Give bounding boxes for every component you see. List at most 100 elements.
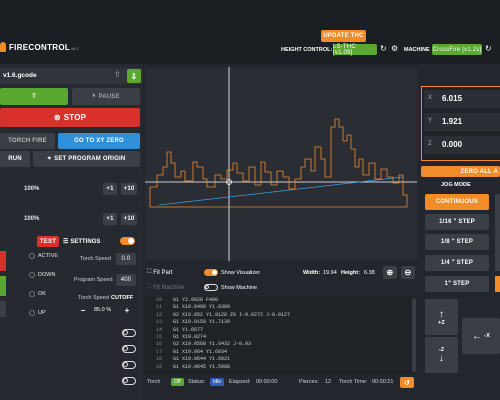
stop-button[interactable]: ⊗ STOP xyxy=(0,108,140,127)
thc-state-active: ACTIVE xyxy=(29,253,69,259)
test-button[interactable]: TEST xyxy=(37,236,59,247)
z-up-label: +Z xyxy=(438,319,445,326)
pause-icon: ⏸ xyxy=(92,93,96,99)
width-label: Width: xyxy=(303,270,321,276)
option-toggle[interactable] xyxy=(122,345,136,353)
torch-fire-button[interactable]: TORCH FIRE xyxy=(0,133,55,149)
file-name: v1.6.gcode xyxy=(3,72,37,79)
expand-icon: ⛶ xyxy=(147,284,152,290)
height-control-chip[interactable]: LS-THC [v1.09] xyxy=(333,44,377,56)
dry-run-button[interactable]: RUN xyxy=(0,151,30,167)
thc-state-up: UP xyxy=(29,310,69,316)
state-dot-icon xyxy=(29,272,35,278)
thc-toggle[interactable] xyxy=(120,237,135,245)
machine-label: MACHINE xyxy=(404,47,430,53)
visualizer-canvas[interactable] xyxy=(145,67,417,261)
fit-part-button[interactable]: ⛶ Fit Part xyxy=(147,269,173,276)
jog-x-minus-button[interactable]: ← -X xyxy=(462,318,500,354)
settings-button[interactable]: ☰ SETTINGS xyxy=(63,236,103,247)
state-dot-icon xyxy=(29,253,35,259)
cutoff-percent: 85.0 % xyxy=(94,307,112,313)
show-visualizer-toggle[interactable] xyxy=(204,269,218,276)
jog-mode-1-step[interactable]: 1" STEP xyxy=(425,276,489,292)
pause-button[interactable]: ⏸ PAUSE xyxy=(72,88,140,105)
jog-mode-1-16-step[interactable]: 1/16 " STEP xyxy=(425,214,489,230)
gear-icon[interactable]: ⚙ xyxy=(391,44,398,53)
thc-ok-indicator xyxy=(0,276,6,296)
show-machine-label: Show Machine xyxy=(221,285,258,291)
logo-version: v5.1 xyxy=(71,46,79,51)
torch-status-badge: Off xyxy=(171,378,184,386)
app-logo: FIRECONTROL v5.1 xyxy=(0,40,80,54)
dro-row-z[interactable]: Z 0.000 xyxy=(424,136,500,154)
gcode-line: 17 G1 X19.064 Y1.6034 xyxy=(155,348,228,355)
rapid-plus-10-button[interactable]: +10 xyxy=(121,213,137,225)
jog-mode-1-4-step[interactable]: 1/4 " STEP xyxy=(425,255,489,271)
arrow-down-icon: ↓ xyxy=(438,352,445,364)
set-program-origin-button[interactable]: ⌖ SET PROGRAM ORIGIN xyxy=(33,151,140,167)
expand-icon: ⛶ xyxy=(147,269,152,275)
feed-plus-1-button[interactable]: +1 xyxy=(103,183,117,195)
zoom-in-button[interactable]: ⊕ xyxy=(383,266,397,279)
rapid-plus-1-button[interactable]: +1 xyxy=(103,213,117,225)
show-machine-toggle[interactable] xyxy=(204,284,218,291)
gcode-line: 14 G1 Y1.6677 xyxy=(155,326,204,333)
gcode-line: 10 G1 Y2.0028 F400 xyxy=(155,297,219,303)
go-xy-zero-button[interactable]: GO TO XY ZERO xyxy=(58,133,140,149)
reset-counters-button[interactable]: ↺ xyxy=(400,377,414,388)
flame-icon xyxy=(0,42,6,52)
dro-axis-x: X xyxy=(428,95,433,101)
dro-row-x[interactable]: X 6.015 xyxy=(424,90,500,108)
toolpath-drawing xyxy=(145,67,417,261)
feed-override-value: 100% xyxy=(24,186,40,192)
zero-all-axes-button[interactable]: ZERO ALL A xyxy=(421,166,500,177)
thc-state-down: DOWN xyxy=(29,272,69,278)
torch-speed-label: Torch Speed xyxy=(80,256,111,262)
pause-label: PAUSE xyxy=(98,93,120,100)
cutoff-value: CUTOFF xyxy=(111,295,134,301)
download-icon[interactable]: ⇩ xyxy=(127,69,141,83)
jog-side-accent xyxy=(495,276,500,292)
jog-side-strip xyxy=(495,194,500,271)
status-label: Status: xyxy=(188,379,206,385)
upload-icon[interactable]: ⇧ xyxy=(114,70,121,79)
set-origin-label: SET PROGRAM ORIGIN xyxy=(54,156,126,162)
cutoff-minus-button[interactable]: − xyxy=(78,304,88,316)
logo-text: FIRECONTROL xyxy=(9,42,71,52)
program-speed-value: 400 xyxy=(116,274,136,286)
dro-row-y[interactable]: Y 1.921 xyxy=(424,113,500,131)
dro-axis-y: Y xyxy=(428,118,433,124)
run-button[interactable]: T xyxy=(0,88,68,105)
state-dot-icon xyxy=(29,291,35,297)
gcode-line: 18 G1 X19.0644 Y1.6021 xyxy=(155,356,231,363)
torch-label: Torch xyxy=(147,379,161,385)
gcode-list: 10 G1 Y2.0028 F400 11 G1 X19.0498 Y1.9309 … xyxy=(145,297,410,371)
gcode-line: 15 G1 X19.0274 xyxy=(155,334,207,341)
jog-mode-1-8-step[interactable]: 1/8 " STEP xyxy=(425,234,489,250)
jog-z-down-button[interactable]: -Z ↓ xyxy=(425,337,458,373)
torch-time-label: Torch Time: xyxy=(339,379,368,385)
machine-chip[interactable]: CrossFire [v1.2s] xyxy=(432,44,482,55)
zoom-in-icon: ⊕ xyxy=(386,268,394,277)
dro-value-x: 6.015 xyxy=(442,94,463,103)
update-thc-button[interactable]: UPDATE THC xyxy=(321,30,366,42)
gcode-scrollbar[interactable] xyxy=(412,298,416,372)
feed-plus-10-button[interactable]: +10 xyxy=(121,183,137,195)
gcode-line: 13 G1 X19.0159 Y1.7139 xyxy=(155,319,231,326)
option-toggle[interactable] xyxy=(122,329,136,337)
refresh-icon[interactable]: ↻ xyxy=(485,44,492,53)
zoom-out-button[interactable]: ⊖ xyxy=(401,266,415,279)
pierces-value: 12 xyxy=(325,379,332,385)
stop-icon: ⊗ xyxy=(53,113,61,122)
cutoff-plus-button[interactable]: + xyxy=(122,304,132,316)
fit-part-label: Fit Part xyxy=(153,269,173,276)
option-toggle[interactable] xyxy=(122,377,136,385)
jog-mode-continuous[interactable]: CONTINUOUS xyxy=(425,194,489,210)
fit-machine-button[interactable]: ⛶ Fit Machine xyxy=(147,284,184,291)
jog-z-up-button[interactable]: ↑ +Z xyxy=(425,299,458,335)
zoom-out-icon: ⊖ xyxy=(404,268,412,277)
option-toggle[interactable] xyxy=(122,361,136,369)
refresh-icon[interactable]: ↻ xyxy=(380,44,387,53)
torch-speed-value: 0.0 xyxy=(116,253,136,265)
program-speed-label: Program Speed xyxy=(74,277,113,283)
